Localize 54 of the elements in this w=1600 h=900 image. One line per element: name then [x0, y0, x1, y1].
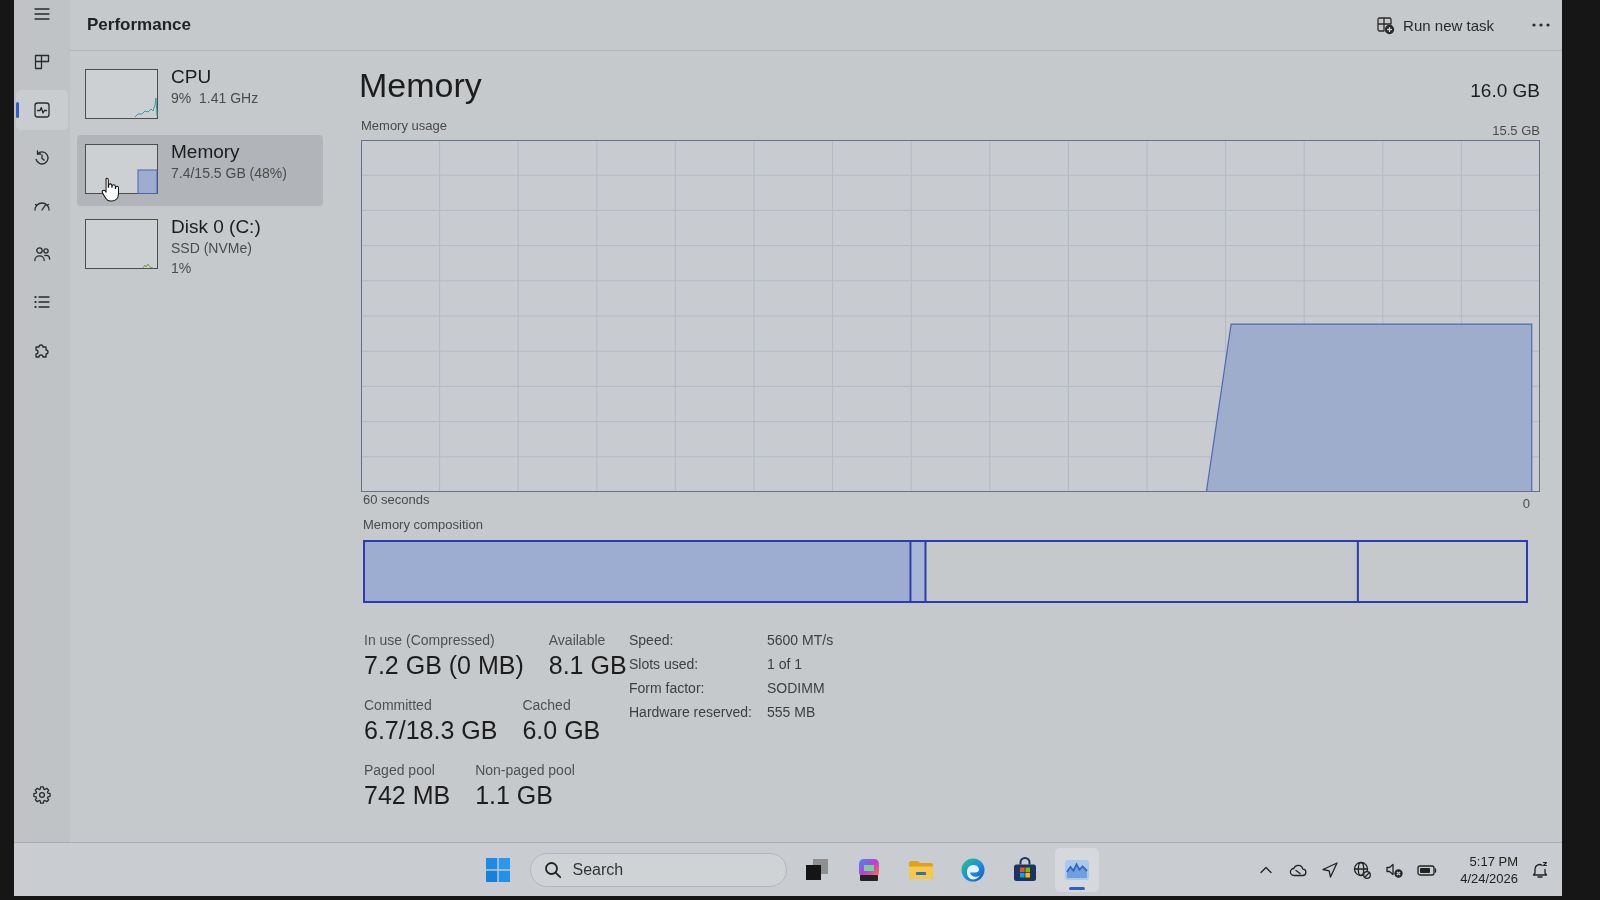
settings-icon — [32, 785, 52, 805]
stat-value: 6.0 GB — [522, 715, 601, 746]
spec-value: SODIMM — [767, 680, 826, 696]
stat-value: 1.1 GB — [475, 780, 554, 811]
stat-label: Non-paged pool — [475, 761, 575, 779]
windows-logo-icon — [485, 857, 510, 882]
axis-label: 0 — [1522, 496, 1530, 512]
spec-value: 555 MB — [767, 704, 817, 720]
axis-label: 60 seconds — [363, 492, 430, 509]
users-icon — [32, 244, 52, 264]
stat-label: Available — [548, 631, 607, 649]
axis-label: 15.5 GB — [1492, 123, 1540, 140]
search-icon — [542, 859, 563, 880]
page-title: Performance — [87, 15, 191, 35]
run-new-task-button[interactable]: Run new task — [1365, 9, 1504, 41]
nav-item[interactable] — [16, 90, 68, 130]
section-label: Memory composition — [362, 517, 484, 533]
stat-value: 6.7/18.3 GB — [364, 715, 498, 746]
resource-item[interactable]: CPU 9% 1.41 GHz — [77, 60, 323, 131]
stat-value: 8.1 GB — [548, 650, 627, 681]
resource-detail: 7.4/15.5 GB (48%) — [171, 164, 287, 183]
clock-date[interactable]: 4/24/2026 — [1460, 869, 1518, 887]
pulse-chart-icon — [32, 100, 52, 120]
resource-detail: 9% 1.41 GHz — [171, 89, 259, 108]
clock-time[interactable]: 5:17 PM — [1469, 852, 1518, 870]
spec-label: Speed: — [629, 632, 675, 648]
spec-value: 5600 MT/s — [767, 632, 834, 648]
more-icon — [1532, 23, 1550, 27]
resource-name: CPU — [171, 66, 213, 88]
spec-label: Slots used: — [629, 656, 700, 672]
window-plus-icon — [1375, 15, 1396, 35]
stat-label: Committed — [364, 696, 433, 714]
notification-bell-icon[interactable] — [1530, 859, 1550, 880]
resource-title: Memory — [359, 65, 482, 105]
resource-item[interactable]: Disk 0 (C:) SSD (NVMe) 1% — [77, 210, 323, 284]
search-field[interactable]: Search — [529, 852, 787, 887]
globe-icon[interactable] — [1352, 859, 1373, 880]
resource-name: Disk 0 (C:) — [171, 216, 261, 238]
spec-label: Hardware reserved: — [629, 704, 753, 720]
resource-detail: 1% — [171, 259, 193, 278]
stat-label: Paged pool — [364, 761, 436, 779]
stat-label: Cached — [522, 696, 572, 714]
stat-label: In use (Compressed) — [364, 631, 496, 649]
resource-item[interactable]: Memory 7.4/15.5 GB (48%) — [77, 135, 323, 206]
resource-name: Memory — [171, 141, 241, 163]
apps-grid-icon — [32, 52, 52, 72]
total-memory: 16.0 GB — [1470, 79, 1540, 103]
graph-title: Memory usage — [361, 118, 447, 134]
resource-detail: SSD (NVMe) — [171, 239, 253, 258]
spec-value: 1 of 1 — [767, 656, 804, 672]
stat-value: 742 MB — [364, 780, 451, 811]
spec-label: Form factor: — [629, 680, 706, 696]
hand-cursor-icon — [101, 177, 119, 202]
stat-value: 7.2 GB (0 MB) — [364, 650, 524, 681]
